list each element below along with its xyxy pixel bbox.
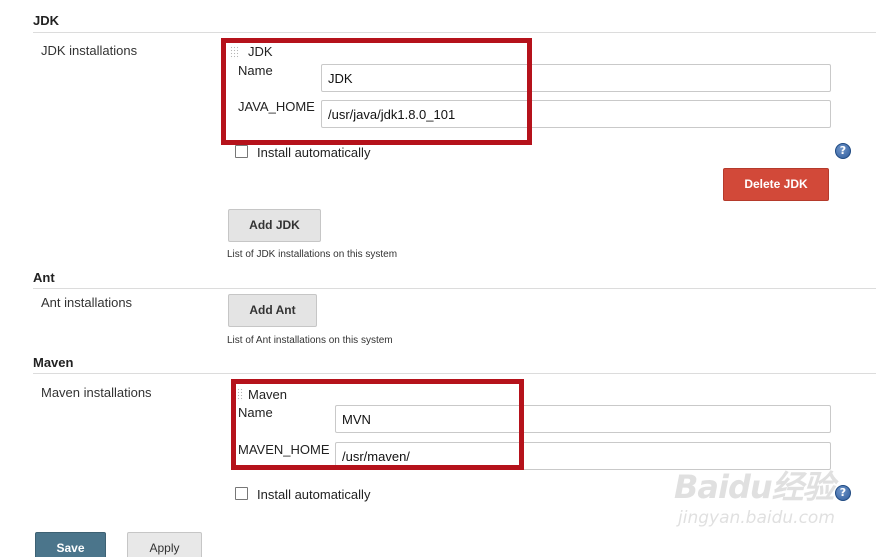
maven-section-title: Maven	[33, 355, 74, 370]
add-ant-button[interactable]: Add Ant	[228, 294, 317, 327]
apply-button[interactable]: Apply	[127, 532, 202, 557]
jdk-install-automatically-checkbox[interactable]	[235, 145, 248, 158]
jdk-block-title: JDK	[248, 44, 273, 59]
maven-home-label: MAVEN_HOME	[238, 442, 330, 457]
ant-section-divider	[33, 288, 876, 289]
maven-name-label: Name	[238, 405, 273, 420]
jdk-name-label: Name	[238, 63, 273, 78]
help-icon[interactable]: ?	[835, 485, 851, 501]
maven-installations-label: Maven installations	[41, 385, 152, 400]
watermark-url: jingyan.baidu.com	[678, 508, 835, 528]
java-home-input[interactable]	[321, 100, 831, 128]
drag-handle-icon[interactable]	[234, 388, 243, 401]
ant-section-title: Ant	[33, 270, 55, 285]
maven-install-automatically-label: Install automatically	[257, 487, 371, 502]
jdk-section-title: JDK	[33, 13, 60, 28]
add-jdk-button[interactable]: Add JDK	[228, 209, 321, 242]
ant-installations-label: Ant installations	[41, 295, 133, 310]
help-icon[interactable]: ?	[835, 143, 851, 159]
jdk-install-automatically-label: Install automatically	[257, 145, 371, 160]
maven-section-divider	[33, 373, 876, 374]
baidu-jingyan-watermark: Baidu经验 jingyan.baidu.com	[674, 462, 844, 542]
drag-handle-icon[interactable]	[230, 46, 239, 59]
jdk-section-divider	[33, 32, 876, 33]
maven-install-automatically-checkbox[interactable]	[235, 487, 248, 500]
maven-name-input[interactable]	[335, 405, 831, 433]
jdk-name-input[interactable]	[321, 64, 831, 92]
jdk-help-text: List of JDK installations on this system	[227, 249, 398, 260]
jdk-installations-label: JDK installations	[41, 43, 138, 58]
save-button[interactable]: Save	[35, 532, 106, 557]
delete-jdk-button[interactable]: Delete JDK	[723, 168, 829, 201]
ant-help-text: List of Ant installations on this system	[227, 335, 393, 346]
maven-home-input[interactable]	[335, 442, 831, 470]
maven-block-title: Maven	[248, 387, 288, 402]
java-home-label: JAVA_HOME	[238, 99, 315, 114]
